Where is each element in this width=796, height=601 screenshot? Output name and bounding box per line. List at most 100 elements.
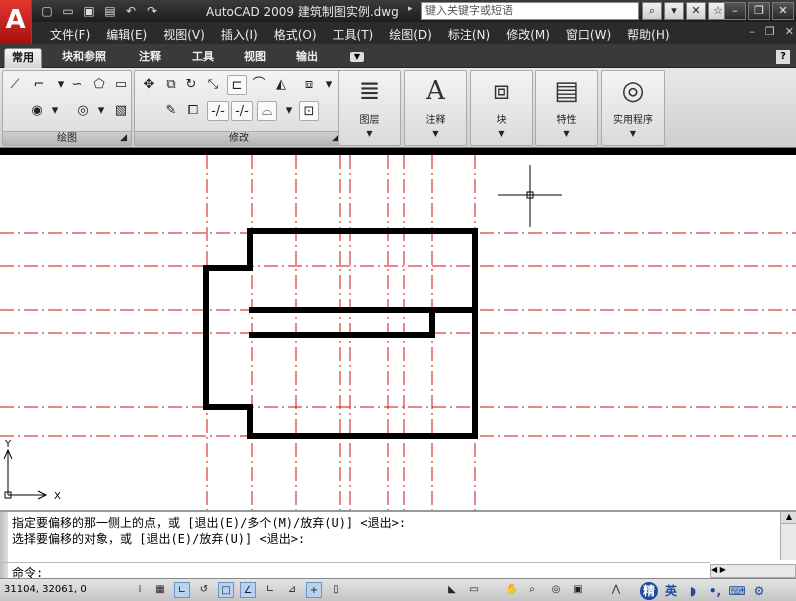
join-icon[interactable]: -/-	[231, 101, 253, 121]
modify-panel-title[interactable]: 修改 ◢	[135, 131, 343, 145]
menu-item[interactable]: 标注(N)	[440, 26, 498, 43]
rotate-icon[interactable]: ↻	[181, 75, 201, 95]
array-icon[interactable]: ⧈	[299, 75, 319, 95]
grid-display-icon[interactable]: ▦	[152, 582, 168, 598]
steering-wheel-icon[interactable]: ◎	[548, 582, 564, 598]
pan-icon[interactable]: ✋	[504, 582, 520, 598]
utilities-panel-button[interactable]: ◎ 实用程序 ▼	[601, 70, 665, 146]
tab-blocks-references[interactable]: 块和参照	[54, 48, 114, 68]
menu-item[interactable]: 文件(F)	[42, 26, 98, 43]
ellipse-icon[interactable]: ◎	[73, 101, 93, 121]
lineweight-icon[interactable]: +	[306, 582, 322, 598]
doc-minimize-icon[interactable]: –	[749, 25, 755, 38]
command-hscrollbar[interactable]: ◀ ▶	[710, 564, 796, 578]
polyline-icon[interactable]: ⌐	[29, 75, 49, 95]
dynamic-input-icon[interactable]: ⊿	[284, 582, 300, 598]
help-icon[interactable]: ?	[776, 50, 790, 64]
open-folder-icon[interactable]: ▭	[59, 3, 77, 19]
undo-icon[interactable]: ↶	[122, 3, 140, 19]
zoom-icon[interactable]: ⌕	[524, 582, 540, 598]
move-icon[interactable]: ✥	[139, 75, 159, 95]
layout-icon[interactable]: ▭	[466, 582, 482, 598]
tab-view[interactable]: 视图	[235, 48, 275, 68]
menu-item[interactable]: 工具(T)	[325, 26, 382, 43]
line-icon[interactable]: ⟋	[5, 75, 25, 95]
tab-annotate[interactable]: 注释	[130, 48, 170, 68]
coordinate-readout[interactable]: 31104, 32061, 0	[4, 584, 87, 595]
menu-item[interactable]: 视图(V)	[155, 26, 213, 43]
block-panel-button[interactable]: ⧈ 块 ▼	[470, 70, 533, 146]
object-snap-icon[interactable]: □	[218, 582, 234, 598]
explode-icon[interactable]: ⧠	[183, 101, 203, 121]
restore-icon[interactable]: ❐	[748, 2, 770, 20]
circle-dropdown-icon[interactable]: ▾	[45, 101, 65, 121]
ime-halfwidth-icon[interactable]: ◗	[684, 582, 702, 600]
circle-icon[interactable]: ◉	[27, 101, 47, 121]
quick-properties-icon[interactable]: ▯	[328, 582, 344, 598]
draw-panel-title[interactable]: 绘图 ◢	[3, 131, 131, 145]
object-snap-tracking-icon[interactable]: ∠	[240, 582, 256, 598]
redo-icon[interactable]: ↷	[143, 3, 161, 19]
keyboard-icon[interactable]: ⌨	[728, 582, 746, 600]
dynamic-ucs-icon[interactable]: ∟	[262, 582, 278, 598]
search-icon[interactable]: ⌕	[642, 2, 662, 20]
menu-item[interactable]: 帮助(H)	[619, 26, 677, 43]
search-input[interactable]: 键入关键字或短语	[421, 2, 639, 20]
offset-icon[interactable]: ⊡	[299, 101, 319, 121]
hatch-icon[interactable]: ▧	[111, 101, 131, 121]
save-icon[interactable]: ▣	[80, 3, 98, 19]
rectangle-icon[interactable]: ▭	[111, 75, 131, 95]
menu-item[interactable]: 修改(M)	[498, 26, 558, 43]
showmotion-icon[interactable]: ▣	[570, 582, 586, 598]
mirror-icon[interactable]: ◭	[271, 75, 291, 95]
search-dropdown-icon[interactable]: ▾	[664, 2, 684, 20]
layers-panel-button[interactable]: ≣ 图层 ▼	[338, 70, 401, 146]
array-dropdown-icon[interactable]: ▾	[319, 75, 339, 95]
doc-close-icon[interactable]: ✕	[785, 25, 794, 38]
comm-center-icon[interactable]: ✕	[686, 2, 706, 20]
trim-icon[interactable]: ⊏	[227, 75, 247, 95]
annotation-panel-button[interactable]: A 注释 ▼	[404, 70, 467, 146]
ime-language-icon[interactable]: 英	[662, 582, 680, 600]
block-label: 块	[496, 115, 507, 126]
tab-output[interactable]: 输出	[287, 48, 327, 68]
drawing-area[interactable]: Y X	[0, 155, 796, 510]
tab-tools[interactable]: 工具	[183, 48, 223, 68]
properties-panel-button[interactable]: ▤ 特性 ▼	[535, 70, 598, 146]
ortho-mode-icon[interactable]: ∟	[174, 582, 190, 598]
block-icon: ⧈	[493, 76, 510, 106]
erase-icon[interactable]: ✎	[161, 101, 181, 121]
ime-punctuation-icon[interactable]: •,	[706, 582, 724, 600]
print-icon[interactable]: ▤	[101, 3, 119, 19]
ribbon-minimize-icon[interactable]: ▼	[350, 52, 364, 62]
fillet-icon[interactable]: ⌒	[249, 75, 269, 95]
autocad-logo[interactable]: A	[0, 0, 32, 44]
ribbon-tab-bar: 常用 块和参照 注释 工具 视图 输出 ▼ ?	[0, 44, 796, 68]
menu-item[interactable]: 插入(I)	[213, 26, 266, 43]
new-file-icon[interactable]: ▢	[38, 3, 56, 19]
close-icon[interactable]: ✕	[772, 2, 794, 20]
annotation-scale-icon[interactable]: ⋀	[608, 582, 624, 598]
stretch-icon[interactable]: ⤡	[203, 75, 223, 95]
doc-restore-icon[interactable]: ❐	[765, 25, 775, 38]
command-scrollbar[interactable]: ▲	[780, 512, 796, 560]
spline-icon[interactable]: ∽	[67, 75, 87, 95]
menu-item[interactable]: 编辑(E)	[98, 26, 155, 43]
polygon-icon[interactable]: ⬠	[89, 75, 109, 95]
chamfer-icon[interactable]: ⌓	[257, 101, 277, 121]
menu-item[interactable]: 绘图(D)	[381, 26, 440, 43]
tab-home[interactable]: 常用	[4, 48, 42, 68]
menu-item[interactable]: 格式(O)	[266, 26, 325, 43]
scroll-up-icon[interactable]: ▲	[781, 512, 796, 524]
model-space-icon[interactable]: ◣	[444, 582, 460, 598]
snap-mode-icon[interactable]: ⁞	[132, 582, 148, 598]
break-icon[interactable]: -/-	[207, 101, 229, 121]
ime-mode-icon[interactable]: 精	[640, 581, 658, 600]
copy-icon[interactable]: ⧉	[161, 75, 181, 95]
ellipse-dropdown-icon[interactable]: ▾	[91, 101, 111, 121]
settings-gear-icon[interactable]: ⚙	[750, 582, 768, 600]
minimize-icon[interactable]: –	[724, 2, 746, 20]
polar-tracking-icon[interactable]: ↺	[196, 582, 212, 598]
chamfer-dropdown-icon[interactable]: ▾	[279, 101, 299, 121]
menu-item[interactable]: 窗口(W)	[558, 26, 619, 43]
